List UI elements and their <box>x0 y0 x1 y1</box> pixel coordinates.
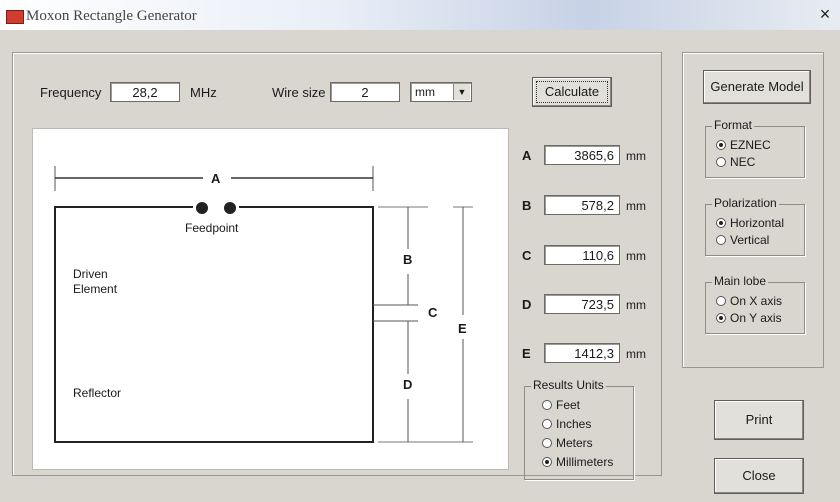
results-units-title: Results Units <box>531 378 606 392</box>
radio-nec[interactable]: NEC <box>716 155 755 169</box>
moxon-diagram: A Feedpoint B C D E Driven Element Refle… <box>32 128 509 470</box>
reflector-label: Reflector <box>73 386 122 400</box>
app-icon <box>6 10 24 24</box>
frequency-input[interactable]: 28,2 <box>110 82 180 102</box>
result-d-value: 723,5 <box>544 294 620 314</box>
diagram-svg <box>54 166 473 443</box>
main-lobe-group: Main lobe <box>705 274 805 334</box>
driven-element-label-line2: Element <box>73 282 118 296</box>
main-lobe-title: Main lobe <box>712 274 769 288</box>
wire-unit-value: mm <box>415 85 435 99</box>
polarization-group: Polarization <box>705 196 805 256</box>
result-c-value: 110,6 <box>544 245 620 265</box>
result-a-unit: mm <box>626 149 646 163</box>
polarization-title: Polarization <box>712 196 779 210</box>
result-c-letter: C <box>522 248 532 263</box>
calculate-button[interactable]: Calculate <box>532 77 612 107</box>
close-button[interactable]: Close <box>714 458 804 494</box>
result-e-unit: mm <box>626 347 646 361</box>
radio-button-icon <box>542 400 552 410</box>
radio-button-selected-icon <box>716 140 726 150</box>
result-b-letter: B <box>522 198 532 213</box>
dim-a-label: A <box>211 171 221 186</box>
result-a-letter: A <box>522 148 532 163</box>
radio-inches[interactable]: Inches <box>542 417 591 431</box>
radio-button-selected-icon <box>716 313 726 323</box>
radio-horizontal[interactable]: Horizontal <box>716 216 784 230</box>
radio-eznec[interactable]: EZNEC <box>716 138 771 152</box>
radio-button-selected-icon <box>542 457 552 467</box>
result-e-letter: E <box>522 346 531 361</box>
wire-size-input[interactable]: 2 <box>330 82 400 102</box>
result-b-unit: mm <box>626 199 646 213</box>
radio-vertical[interactable]: Vertical <box>716 233 769 247</box>
radio-button-icon <box>542 419 552 429</box>
feedpoint-dot-right <box>224 202 236 214</box>
driven-element-label-line1: Driven <box>73 267 108 281</box>
feedpoint-dot-left <box>196 202 208 214</box>
result-d-unit: mm <box>626 298 646 312</box>
wire-unit-select[interactable]: mm ▼ <box>410 82 472 102</box>
result-c-unit: mm <box>626 249 646 263</box>
dim-c-label: C <box>428 305 438 320</box>
radio-button-icon <box>716 157 726 167</box>
result-b-value: 578,2 <box>544 195 620 215</box>
window-title: Moxon Rectangle Generator <box>26 8 197 24</box>
result-d-letter: D <box>522 297 532 312</box>
frequency-label: Frequency <box>40 85 102 100</box>
dim-b-label: B <box>403 252 413 267</box>
radio-on-y-axis[interactable]: On Y axis <box>716 311 782 325</box>
radio-meters[interactable]: Meters <box>542 436 593 450</box>
result-a-value: 3865,6 <box>544 145 620 165</box>
radio-button-icon <box>542 438 552 448</box>
close-window-icon[interactable]: × <box>816 4 834 24</box>
chevron-down-icon[interactable]: ▼ <box>453 84 470 100</box>
feedpoint-label: Feedpoint <box>185 221 239 235</box>
format-group: Format <box>705 118 805 178</box>
radio-button-icon <box>716 235 726 245</box>
generate-model-button[interactable]: Generate Model <box>703 70 811 104</box>
radio-feet[interactable]: Feet <box>542 398 580 412</box>
radio-button-selected-icon <box>716 218 726 228</box>
dim-e-label: E <box>458 321 467 336</box>
wire-size-label: Wire size <box>272 85 326 100</box>
dim-d-label: D <box>403 377 413 392</box>
format-title: Format <box>712 118 755 132</box>
frequency-unit: MHz <box>190 85 217 100</box>
radio-button-icon <box>716 296 726 306</box>
title-bar: Moxon Rectangle Generator × <box>0 0 840 30</box>
print-button[interactable]: Print <box>714 400 804 440</box>
radio-on-x-axis[interactable]: On X axis <box>716 294 782 308</box>
radio-millimeters[interactable]: Millimeters <box>542 455 613 469</box>
result-e-value: 1412,3 <box>544 343 620 363</box>
